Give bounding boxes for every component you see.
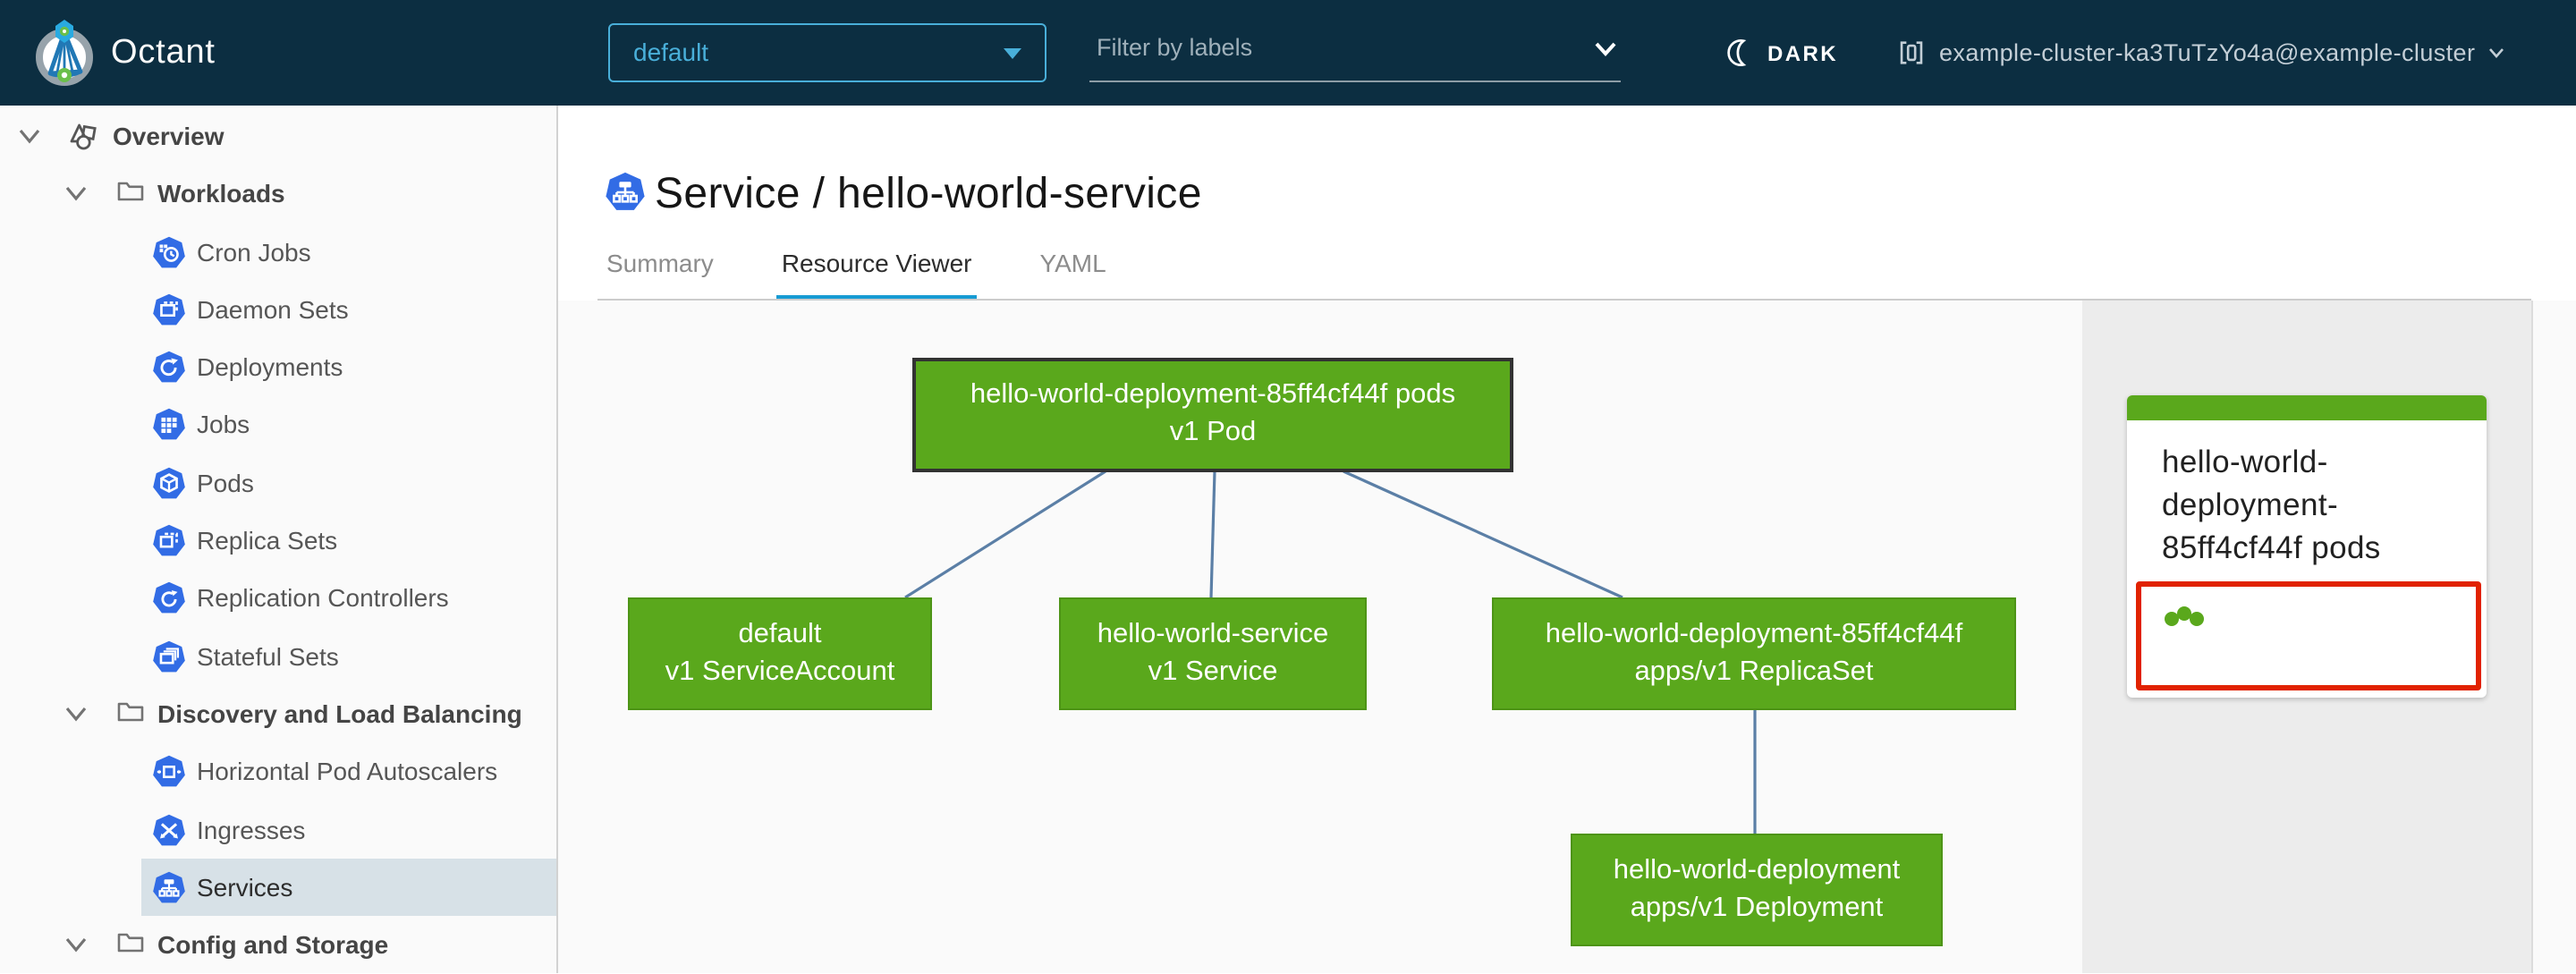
app-title: Octant xyxy=(111,34,216,72)
sidebar-item-ingresses[interactable]: Ingresses xyxy=(0,800,556,859)
sidebar-item-label: Ingresses xyxy=(197,815,306,844)
service-icon xyxy=(606,172,645,210)
sidebar-item-label: Services xyxy=(197,872,293,902)
node-name: hello-world-deployment-85ff4cf44f pods xyxy=(970,379,1456,411)
service-icon xyxy=(153,871,185,903)
sidebar-item-label: Overview xyxy=(113,122,225,150)
sidebar-item-label: Cron Jobs xyxy=(197,237,311,267)
tab-yaml[interactable]: YAML xyxy=(1035,249,1112,301)
replicationcontroller-icon xyxy=(153,582,185,614)
graph-node-serviceaccount[interactable]: default v1 ServiceAccount xyxy=(628,597,932,710)
node-kind: apps/v1 Deployment xyxy=(1630,892,1884,922)
sidebar-item-label: Daemon Sets xyxy=(197,294,349,324)
sidebar-item-label: Horizontal Pod Autoscalers xyxy=(197,757,498,786)
graph-node-pod[interactable]: hello-world-deployment-85ff4cf44f pods v… xyxy=(912,358,1513,471)
sidebar-item-label: Discovery and Load Balancing xyxy=(157,699,522,728)
sidebar-item-stateful-sets[interactable]: Stateful Sets xyxy=(0,627,556,685)
cluster-dropdown[interactable]: example-cluster-ka3TuTzYo4a@example-clus… xyxy=(1896,0,2504,106)
pod-status-selection-box[interactable] xyxy=(2135,580,2481,690)
label-filter-input[interactable] xyxy=(1093,32,1565,63)
folder-icon xyxy=(117,934,144,953)
sidebar-item-daemon-sets[interactable]: Daemon Sets xyxy=(0,281,556,339)
objects-icon xyxy=(70,123,97,150)
tab-summary[interactable]: Summary xyxy=(601,249,719,301)
sidebar-item-horizontal-pod-autoscalers[interactable]: Horizontal Pod Autoscalers xyxy=(0,743,556,801)
caret-down-icon xyxy=(1004,48,1021,59)
ingress-icon xyxy=(153,813,185,845)
octant-logo-icon xyxy=(36,20,93,86)
node-name: hello-world-deployment xyxy=(1613,855,1901,885)
sidebar-item-replication-controllers[interactable]: Replication Controllers xyxy=(0,570,556,628)
sidebar-item-pods[interactable]: Pods xyxy=(0,454,556,512)
sidebar-nav: Overview Workloads Cron Jobs Daemon Sets xyxy=(0,106,558,973)
replicaset-icon xyxy=(153,524,185,556)
hpa-icon xyxy=(153,756,185,787)
node-name: hello-world-deployment-85ff4cf44f xyxy=(1545,619,1963,649)
panel-gutter xyxy=(2531,301,2576,973)
status-ok-strip xyxy=(2126,394,2487,419)
node-name: hello-world-service xyxy=(1097,619,1329,649)
chevron-down-icon[interactable] xyxy=(64,936,88,953)
node-kind: v1 Pod xyxy=(1169,416,1257,447)
sidebar-item-replica-sets[interactable]: Replica Sets xyxy=(0,512,556,570)
sidebar-item-label: Stateful Sets xyxy=(197,641,339,671)
resource-graph-canvas: hello-world-deployment-85ff4cf44f pods v… xyxy=(558,301,2082,973)
page-title: Service / hello-world-service xyxy=(655,170,1202,218)
pod-status-dot xyxy=(2189,611,2203,625)
sidebar-item-discovery-and-load-balancing[interactable]: Discovery and Load Balancing xyxy=(0,685,556,743)
label-filter[interactable] xyxy=(1089,25,1621,82)
sidebar-item-services[interactable]: Services xyxy=(0,858,556,917)
sidebar-item-jobs[interactable]: Jobs xyxy=(0,396,556,454)
cluster-icon xyxy=(1900,41,1923,64)
resource-detail-panel: hello-world-deployment-85ff4cf44f pods xyxy=(2082,301,2531,973)
dark-mode-toggle[interactable]: DARK xyxy=(1724,0,1838,106)
selected-resource-title: hello-world-deployment-85ff4cf44f pods xyxy=(2162,443,2381,564)
daemonset-icon xyxy=(153,293,185,326)
folder-icon xyxy=(117,182,144,201)
tab-resource-viewer[interactable]: Resource Viewer xyxy=(775,249,978,301)
sidebar-item-label: Config and Storage xyxy=(157,930,389,960)
node-kind: v1 Service xyxy=(1148,656,1278,686)
chevron-down-icon[interactable] xyxy=(18,127,41,145)
job-icon xyxy=(153,409,185,441)
chevron-down-icon xyxy=(1595,42,1616,56)
app-header: Octant default DARK example-cluster-ka3T… xyxy=(0,0,2576,106)
namespace-value: default xyxy=(633,38,709,66)
sidebar-item-label: Replication Controllers xyxy=(197,583,449,613)
sidebar-item-overview[interactable]: Overview xyxy=(0,107,556,165)
deployment-icon xyxy=(153,351,185,383)
graph-node-deployment[interactable]: hello-world-deployment apps/v1 Deploymen… xyxy=(1571,834,1943,946)
sidebar-item-cron-jobs[interactable]: Cron Jobs xyxy=(0,223,556,281)
sidebar-item-label: Deployments xyxy=(197,352,343,382)
node-kind: v1 ServiceAccount xyxy=(665,656,895,686)
sidebar-item-config-and-storage[interactable]: Config and Storage xyxy=(0,916,556,974)
cronjob-icon xyxy=(153,235,185,267)
node-kind: apps/v1 ReplicaSet xyxy=(1634,656,1874,686)
folder-icon xyxy=(117,702,144,722)
moon-icon xyxy=(1727,39,1747,66)
sidebar-item-workloads[interactable]: Workloads xyxy=(0,165,556,224)
sidebar-item-label: Jobs xyxy=(197,410,250,439)
sidebar-item-label: Replica Sets xyxy=(197,526,338,555)
node-name: default xyxy=(738,619,822,649)
chevron-down-icon[interactable] xyxy=(64,185,88,203)
namespace-dropdown[interactable]: default xyxy=(608,23,1046,82)
sidebar-item-label: Workloads xyxy=(157,179,285,208)
selected-resource-card: hello-world-deployment-85ff4cf44f pods xyxy=(2126,394,2487,697)
tab-bar: Summary Resource Viewer YAML xyxy=(601,249,1112,301)
main-content: Service / hello-world-service Summary Re… xyxy=(558,106,2576,973)
pod-status-dot xyxy=(2176,606,2190,620)
dark-mode-label: DARK xyxy=(1767,40,1838,65)
graph-node-replicaset[interactable]: hello-world-deployment-85ff4cf44f apps/v… xyxy=(1492,597,2016,710)
sidebar-item-deployments[interactable]: Deployments xyxy=(0,338,556,396)
pod-icon xyxy=(153,467,185,498)
statefulset-icon xyxy=(153,640,185,672)
graph-node-service[interactable]: hello-world-service v1 Service xyxy=(1059,597,1367,710)
cluster-name: example-cluster-ka3TuTzYo4a@example-clus… xyxy=(1939,39,2476,66)
chevron-down-icon[interactable] xyxy=(64,705,88,723)
chevron-down-icon xyxy=(2488,48,2504,58)
sidebar-item-label: Pods xyxy=(197,468,254,497)
octant-app: Octant default DARK example-cluster-ka3T… xyxy=(0,0,2576,973)
